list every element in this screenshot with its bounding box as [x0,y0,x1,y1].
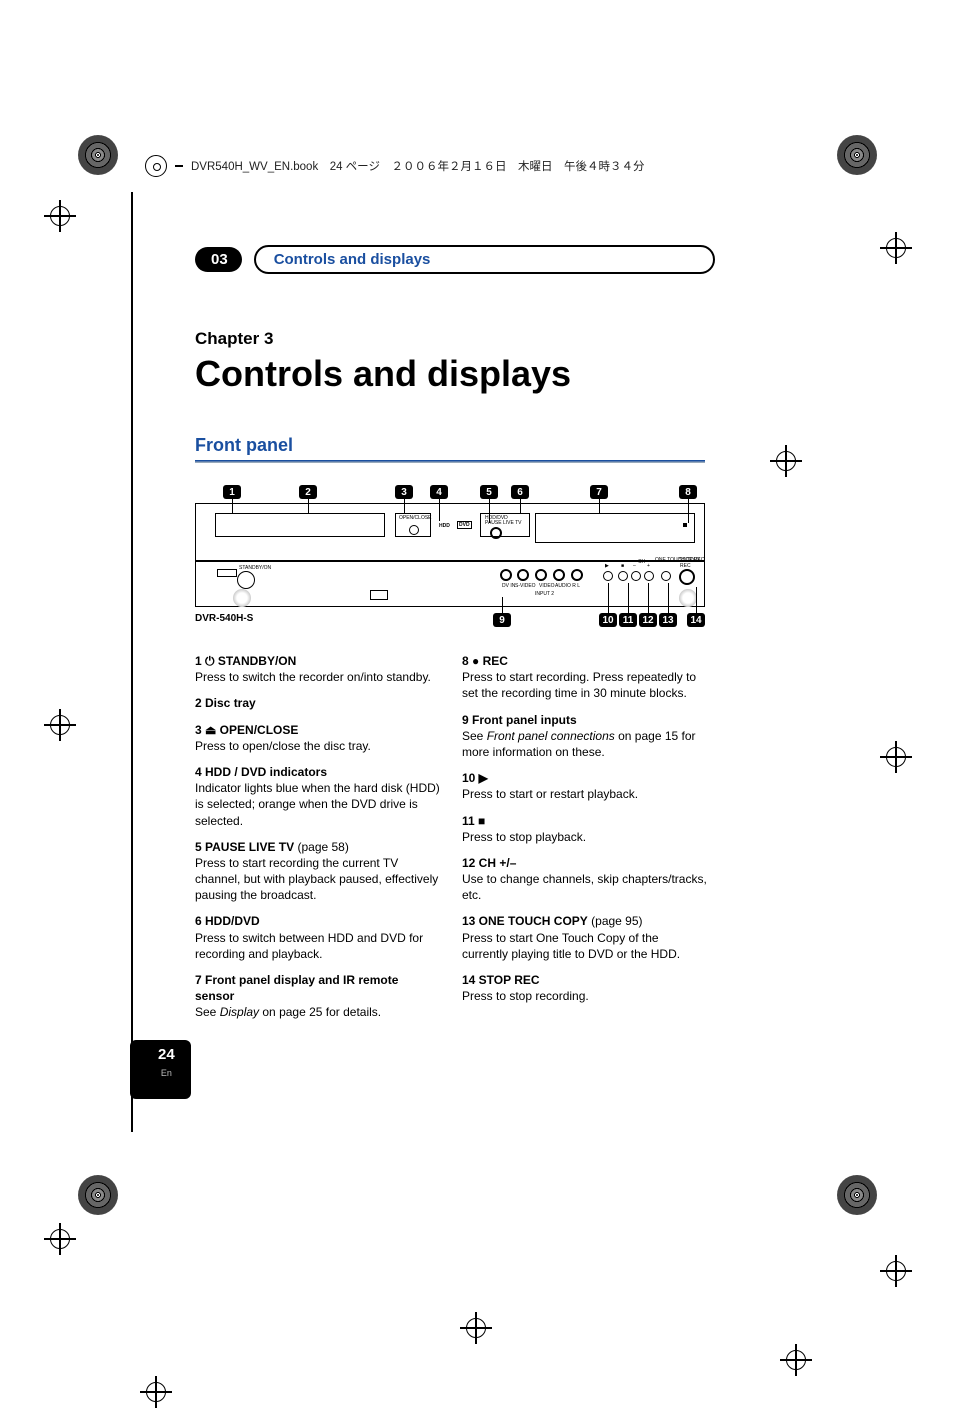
callout-12: 12 [639,613,657,627]
right-column: 8 ● RECPress to start recording. Press r… [462,653,707,1031]
open-close-btn [409,525,419,535]
audio-l-jack [553,569,565,581]
item-11: 11 ■Press to stop playback. [462,813,707,845]
item-10: 10 ▶Press to start or restart playback. [462,770,707,802]
callout-1: 1 [223,485,241,499]
input2-label: INPUT 2 [535,591,554,597]
callout-7: 7 [590,485,608,499]
video-label: VIDEO [539,583,555,589]
crosshair-mid-left [44,709,76,741]
item-2: 2 Disc tray [195,695,440,711]
section-number: 03 [195,247,242,272]
callout-3: 3 [395,485,413,499]
ch-plus-btn [644,571,654,581]
section-label: Controls and displays [254,245,715,274]
callout-13: 13 [659,613,677,627]
heading-rule [195,460,705,463]
play-icon: ▶ [605,563,609,569]
callout-9: 9 [493,613,511,627]
stop-btn [618,571,628,581]
play-btn [603,571,613,581]
item-3: 3 ⏏ OPEN/CLOSEPress to open/close the di… [195,722,440,754]
section-bar: 03 Controls and displays [195,245,715,274]
left-column: 1 ⏻ STANDBY/ONPress to switch the record… [195,653,440,1031]
item-1: 1 ⏻ STANDBY/ONPress to switch the record… [195,653,440,685]
hdd-label: HDD [439,523,450,529]
ch-label: CH [638,559,645,565]
crosshair-header-right [770,445,802,477]
standby-btn [237,571,255,589]
crosshair-bot-center2 [780,1344,812,1376]
ch-plus: + [647,563,650,569]
callout-8: 8 [679,485,697,499]
page-number: 24 [158,1046,175,1063]
svideo-jack [517,569,529,581]
ir-sensor [233,589,251,607]
page-content: 03 Controls and displays Chapter 3 Contr… [195,245,715,1031]
audio-r-jack [571,569,583,581]
chapter-label: Chapter 3 [195,329,715,349]
item-9: 9 Front panel inputsSee Front panel conn… [462,712,707,761]
usb-shape [217,569,237,577]
hdd-dvd-btn [490,527,502,539]
display-window [535,513,695,543]
item-4: 4 HDD / DVD indicatorsIndicator lights b… [195,764,440,829]
model-label: DVR-540H-S [195,613,253,624]
otc-btn [661,571,671,581]
callout-2: 2 [299,485,317,499]
crosshair-bot-center3 [140,1376,172,1408]
item-6: 6 HDD/DVDPress to switch between HDD and… [195,913,440,962]
callout-14: 14 [687,613,705,627]
callout-5: 5 [480,485,498,499]
trim-line-left [131,192,133,1132]
page-lang: En [161,1068,172,1078]
crosshair-top-right [880,232,912,264]
registration-radial-bl [78,1175,118,1215]
rec-btn [679,569,695,585]
book-icon [145,155,167,177]
dv-jack [500,569,512,581]
open-close-label: OPEN/CLOSE [399,515,432,521]
callout-4: 4 [430,485,448,499]
dvd-label: DVD [457,521,472,529]
callout-10: 10 [599,613,617,627]
front-panel-heading: Front panel [195,435,715,456]
rec-dot [683,523,687,527]
registration-radial-tl [78,135,118,175]
audio-label: AUDIO R L [555,583,580,589]
callout-6: 6 [511,485,529,499]
registration-radial-tr [837,135,877,175]
ch-minus: – [633,563,636,569]
header-text: DVR540H_WV_EN.book 24 ページ ２００６年２月１６日 木曜日… [191,158,644,174]
item-13: 13 ONE TOUCH COPY (page 95)Press to star… [462,913,707,962]
front-panel-diagram: 1 2 3 4 5 6 7 8 9 10 11 12 13 14 OPEN/CL… [195,485,705,635]
item-14: 14 STOP RECPress to stop recording. [462,972,707,1004]
dv-label: DV IN [502,583,515,589]
chapter-title: Controls and displays [195,353,715,395]
crosshair-top-left [44,200,76,232]
crosshair-bot-left [44,1223,76,1255]
stop-icon: ■ [621,563,624,569]
item-8: 8 ● RECPress to start recording. Press r… [462,653,707,702]
video-jack [535,569,547,581]
item-5: 5 PAUSE LIVE TV (page 58)Press to start … [195,839,440,904]
description-columns: 1 ⏻ STANDBY/ONPress to switch the record… [195,653,715,1031]
dv-in-port [370,590,388,600]
page-header: DVR540H_WV_EN.book 24 ページ ２００６年２月１６日 木曜日… [145,155,825,177]
pause-label: PAUSE LIVE TV [485,520,522,526]
svideo-label: S-VIDEO [515,583,536,589]
crosshair-bot-right [880,1255,912,1287]
page-number-tab: 24 En [130,1040,191,1099]
ch-minus-btn [631,571,641,581]
item-12: 12 CH +/–Use to change channels, skip ch… [462,855,707,904]
item-7: 7 Front panel display and IR remote sens… [195,972,440,1021]
crosshair-mid-right [880,741,912,773]
ir-sensor-r [679,589,697,607]
callout-11: 11 [619,613,637,627]
disc-tray [215,513,385,537]
registration-radial-br [837,1175,877,1215]
crosshair-bot-center [460,1312,492,1344]
